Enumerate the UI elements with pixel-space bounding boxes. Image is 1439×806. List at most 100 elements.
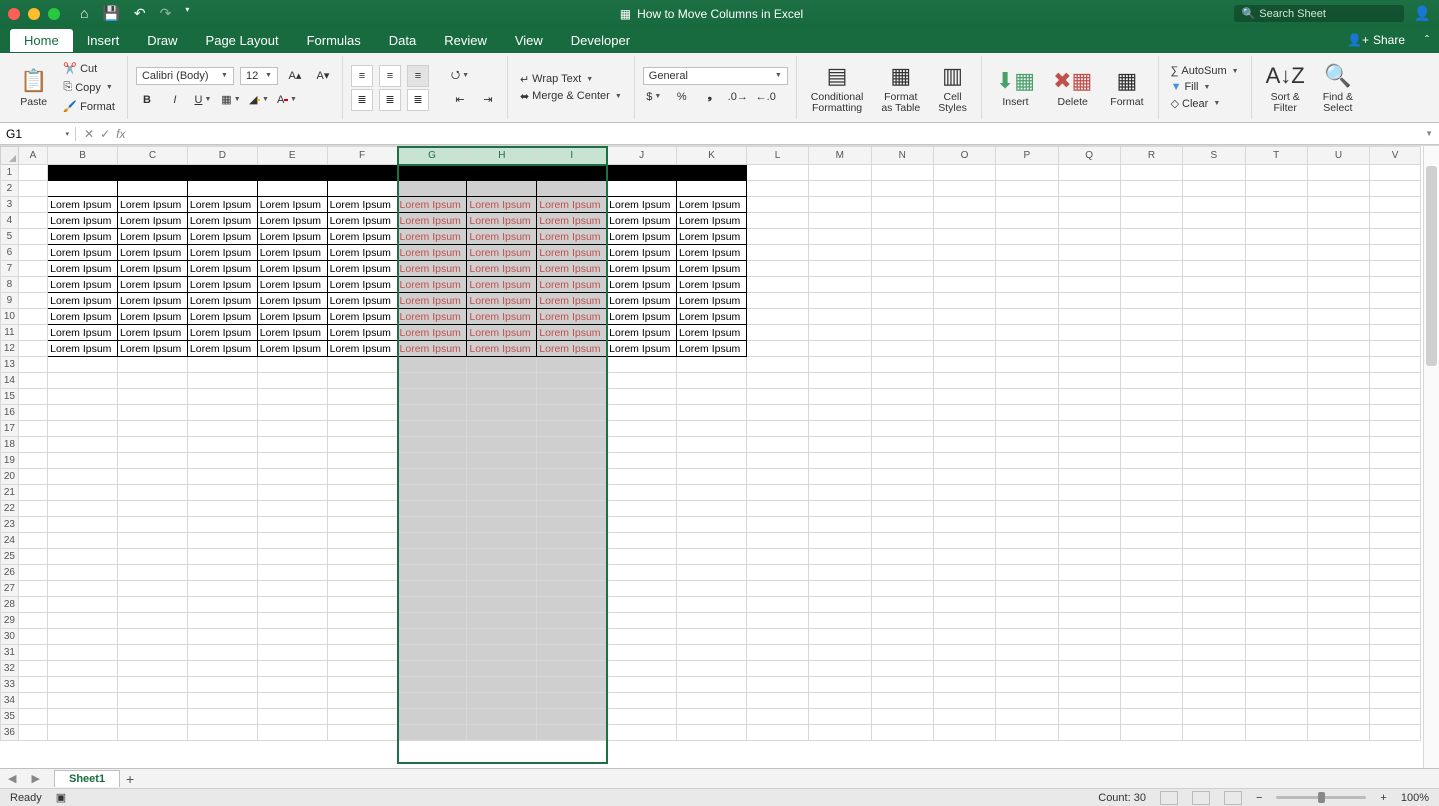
row-header-29[interactable]: 29 xyxy=(1,613,19,629)
cell-G13[interactable] xyxy=(397,357,467,373)
row-header-33[interactable]: 33 xyxy=(1,677,19,693)
cell-Q18[interactable] xyxy=(1058,437,1120,453)
cell-O35[interactable] xyxy=(933,709,995,725)
cell-Q23[interactable] xyxy=(1058,517,1120,533)
row-header-11[interactable]: 11 xyxy=(1,325,19,341)
cell-R30[interactable] xyxy=(1120,629,1182,645)
cell-Q31[interactable] xyxy=(1058,645,1120,661)
cell-M12[interactable] xyxy=(809,341,871,357)
cell-P26[interactable] xyxy=(996,565,1058,581)
cell-H4[interactable]: Lorem Ipsum xyxy=(467,213,537,229)
cell-F19[interactable] xyxy=(327,453,397,469)
cell-C16[interactable] xyxy=(118,405,188,421)
cell-S27[interactable] xyxy=(1183,581,1245,597)
cell-J1[interactable] xyxy=(607,165,677,181)
cell-V19[interactable] xyxy=(1370,453,1421,469)
align-bottom-button[interactable]: ≡ xyxy=(407,65,429,87)
cell-K8[interactable]: Lorem Ipsum xyxy=(677,277,747,293)
tab-draw[interactable]: Draw xyxy=(133,29,191,52)
cell-P21[interactable] xyxy=(996,485,1058,501)
cell-A17[interactable] xyxy=(18,421,47,437)
cell-L19[interactable] xyxy=(746,453,808,469)
column-header-H[interactable]: H xyxy=(467,147,537,165)
cell-K23[interactable] xyxy=(677,517,747,533)
cell-D30[interactable] xyxy=(187,629,257,645)
cell-U21[interactable] xyxy=(1307,485,1369,501)
cell-K12[interactable]: Lorem Ipsum xyxy=(677,341,747,357)
cell-E22[interactable] xyxy=(257,501,327,517)
cell-G22[interactable] xyxy=(397,501,467,517)
cell-K30[interactable] xyxy=(677,629,747,645)
cell-N20[interactable] xyxy=(871,469,933,485)
cell-R31[interactable] xyxy=(1120,645,1182,661)
cell-Q3[interactable] xyxy=(1058,197,1120,213)
cell-S25[interactable] xyxy=(1183,549,1245,565)
cell-J15[interactable] xyxy=(607,389,677,405)
cell-K20[interactable] xyxy=(677,469,747,485)
cell-L22[interactable] xyxy=(746,501,808,517)
column-header-N[interactable]: N xyxy=(871,147,933,165)
cell-Q33[interactable] xyxy=(1058,677,1120,693)
undo-icon[interactable]: ↶ xyxy=(134,5,146,22)
cell-V28[interactable] xyxy=(1370,597,1421,613)
cell-S35[interactable] xyxy=(1183,709,1245,725)
cell-R14[interactable] xyxy=(1120,373,1182,389)
cell-U8[interactable] xyxy=(1307,277,1369,293)
cell-T13[interactable] xyxy=(1245,357,1307,373)
cell-U19[interactable] xyxy=(1307,453,1369,469)
cell-C2[interactable] xyxy=(118,181,188,197)
row-header-31[interactable]: 31 xyxy=(1,645,19,661)
cell-H11[interactable]: Lorem Ipsum xyxy=(467,325,537,341)
cell-P17[interactable] xyxy=(996,421,1058,437)
cell-C24[interactable] xyxy=(118,533,188,549)
number-format-combo[interactable]: General▼ xyxy=(643,67,788,85)
cell-Q30[interactable] xyxy=(1058,629,1120,645)
cell-B32[interactable] xyxy=(48,661,118,677)
row-header-7[interactable]: 7 xyxy=(1,261,19,277)
cell-M25[interactable] xyxy=(809,549,871,565)
cell-I17[interactable] xyxy=(537,421,607,437)
cell-I35[interactable] xyxy=(537,709,607,725)
cell-S1[interactable] xyxy=(1183,165,1245,181)
cell-G31[interactable] xyxy=(397,645,467,661)
cell-K32[interactable] xyxy=(677,661,747,677)
cell-M18[interactable] xyxy=(809,437,871,453)
increase-indent-button[interactable]: ⇥ xyxy=(477,89,499,111)
row-header-28[interactable]: 28 xyxy=(1,597,19,613)
cell-P14[interactable] xyxy=(996,373,1058,389)
row-header-20[interactable]: 20 xyxy=(1,469,19,485)
cell-T12[interactable] xyxy=(1245,341,1307,357)
cell-F1[interactable] xyxy=(327,165,397,181)
cell-N23[interactable] xyxy=(871,517,933,533)
cell-O3[interactable] xyxy=(933,197,995,213)
cell-R16[interactable] xyxy=(1120,405,1182,421)
cell-T34[interactable] xyxy=(1245,693,1307,709)
column-header-D[interactable]: D xyxy=(187,147,257,165)
cell-Q22[interactable] xyxy=(1058,501,1120,517)
cell-M5[interactable] xyxy=(809,229,871,245)
cell-M4[interactable] xyxy=(809,213,871,229)
cell-D10[interactable]: Lorem Ipsum xyxy=(187,309,257,325)
cell-G32[interactable] xyxy=(397,661,467,677)
cell-L2[interactable] xyxy=(746,181,808,197)
align-left-button[interactable]: ≣ xyxy=(351,89,373,111)
cell-H14[interactable] xyxy=(467,373,537,389)
cell-P11[interactable] xyxy=(996,325,1058,341)
cell-E19[interactable] xyxy=(257,453,327,469)
cell-C15[interactable] xyxy=(118,389,188,405)
cell-H9[interactable]: Lorem Ipsum xyxy=(467,293,537,309)
cell-O13[interactable] xyxy=(933,357,995,373)
cell-G23[interactable] xyxy=(397,517,467,533)
cell-G33[interactable] xyxy=(397,677,467,693)
cell-N16[interactable] xyxy=(871,405,933,421)
cell-U2[interactable] xyxy=(1307,181,1369,197)
cell-J2[interactable] xyxy=(607,181,677,197)
cell-K36[interactable] xyxy=(677,725,747,741)
bold-button[interactable]: B xyxy=(136,89,158,111)
cell-Q29[interactable] xyxy=(1058,613,1120,629)
cell-D8[interactable]: Lorem Ipsum xyxy=(187,277,257,293)
cell-D19[interactable] xyxy=(187,453,257,469)
cell-K27[interactable] xyxy=(677,581,747,597)
cell-K5[interactable]: Lorem Ipsum xyxy=(677,229,747,245)
cell-N1[interactable] xyxy=(871,165,933,181)
